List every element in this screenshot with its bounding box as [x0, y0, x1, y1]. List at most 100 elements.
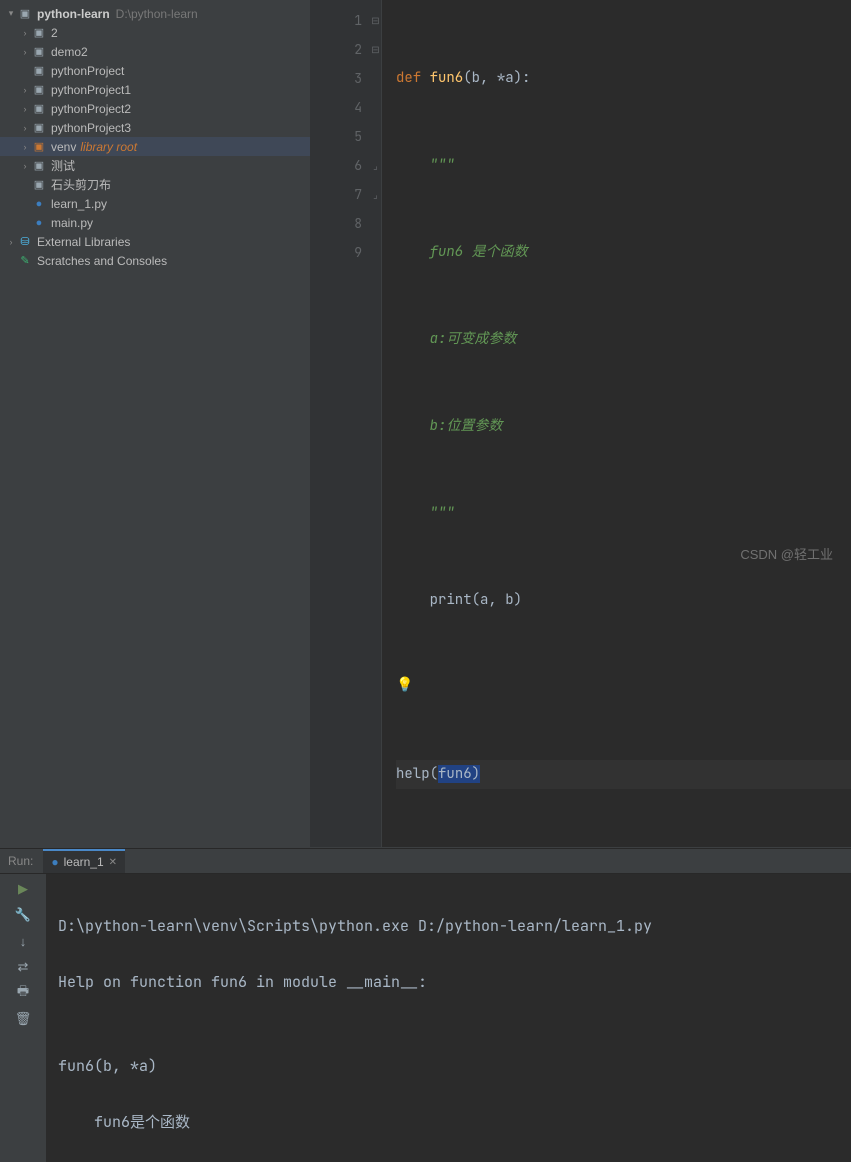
code-func-name: fun6 — [430, 69, 464, 87]
folder-icon: ▣ — [32, 64, 46, 78]
run-tool-body: ▶ 🔧 ↓ ⇄ 🖶 🗑 D:\python-learn\venv\Scripts… — [0, 874, 851, 1162]
line-number[interactable]: 9 — [310, 238, 362, 267]
close-icon[interactable]: ✕ — [109, 857, 117, 868]
code-line[interactable]: def fun6(b, *a): — [396, 64, 851, 93]
watermark-text: CSDN @轻工业 — [740, 541, 833, 569]
line-number[interactable]: 4 — [310, 93, 362, 122]
caret-right-icon[interactable]: › — [20, 85, 30, 95]
project-icon: ▣ — [18, 7, 32, 21]
step-down-icon[interactable]: ↓ — [14, 932, 32, 950]
tree-scratches[interactable]: ✎ Scratches and Consoles — [0, 251, 310, 270]
tree-external-libraries[interactable]: › ⛁ External Libraries — [0, 232, 310, 251]
code-docstring: """ — [396, 504, 455, 522]
tree-item-label: pythonProject2 — [51, 102, 131, 116]
run-console[interactable]: D:\python-learn\venv\Scripts\python.exe … — [46, 874, 851, 1162]
line-number[interactable]: 6 — [310, 151, 362, 180]
tree-item-venv[interactable]: › ▣ venv library root — [0, 137, 310, 156]
fold-gutter[interactable]: ⊟ ⊟ ⌟ ⌟ — [370, 0, 382, 847]
caret-down-icon[interactable]: ▾ — [6, 9, 16, 19]
code-args: (a, b) — [472, 591, 522, 609]
tree-item-file[interactable]: ● learn_1.py — [0, 194, 310, 213]
tree-item-label: pythonProject1 — [51, 83, 131, 97]
print-icon[interactable]: 🖶 — [14, 984, 32, 1002]
tree-root[interactable]: ▾ ▣ python-learn D:\python-learn — [0, 4, 310, 23]
line-number[interactable]: 7 — [310, 180, 362, 209]
caret-right-icon[interactable]: › — [20, 28, 30, 38]
scratches-icon: ✎ — [18, 254, 32, 268]
caret-right-icon[interactable]: › — [20, 142, 30, 152]
tree-item-label: main.py — [51, 216, 93, 230]
project-tree[interactable]: ▾ ▣ python-learn D:\python-learn › ▣ 2 ›… — [0, 0, 310, 847]
fold-toggle-icon[interactable]: ⊟ — [370, 6, 381, 35]
tree-item[interactable]: › ▣ pythonProject2 — [0, 99, 310, 118]
folder-icon: ▣ — [32, 178, 46, 192]
code-line[interactable]: a:可变成参数 — [396, 325, 851, 354]
line-number[interactable]: 5 — [310, 122, 362, 151]
code-line[interactable]: b:位置参数 — [396, 412, 851, 441]
line-number[interactable]: 1 — [310, 6, 362, 35]
line-number[interactable]: 2 — [310, 35, 362, 64]
caret-right-icon[interactable]: › — [20, 123, 30, 133]
line-number[interactable]: 3 — [310, 64, 362, 93]
tree-item[interactable]: › ▣ pythonProject3 — [0, 118, 310, 137]
caret-right-icon[interactable]: › — [20, 104, 30, 114]
code-line[interactable]: help(fun6) — [396, 760, 851, 789]
line-number[interactable]: 8 — [310, 209, 362, 238]
folder-icon: ▣ — [32, 45, 46, 59]
code-docstring: a:可变成参数 — [396, 330, 516, 348]
tree-item[interactable]: › ▣ 2 — [0, 23, 310, 42]
run-tab[interactable]: ● learn_1 ✕ — [43, 849, 125, 873]
tree-item-file[interactable]: ● main.py — [0, 213, 310, 232]
external-libraries-icon: ⛁ — [18, 235, 32, 249]
tree-item-label: 石头剪刀布 — [51, 176, 111, 193]
caret-right-icon[interactable]: › — [20, 47, 30, 57]
python-file-icon: ● — [32, 216, 46, 230]
fold-end-icon: ⌟ — [370, 151, 381, 180]
tree-item-label: pythonProject — [51, 64, 124, 78]
tree-item-label: learn_1.py — [51, 197, 107, 211]
tree-item[interactable]: ▣ pythonProject — [0, 61, 310, 80]
tree-item-label: demo2 — [51, 45, 88, 59]
run-tool-header: Run: ● learn_1 ✕ — [0, 848, 851, 874]
label: Scratches and Consoles — [37, 254, 167, 268]
tree-item[interactable]: › ▣ demo2 — [0, 42, 310, 61]
code-docstring: b:位置参数 — [396, 417, 502, 435]
code-area[interactable]: def fun6(b, *a): """ fun6 是个函数 a:可变成参数 b… — [382, 0, 851, 847]
code-editor[interactable]: 1 2 3 4 5 6 7 8 9 ⊟ ⊟ ⌟ ⌟ def fun6(b, *a… — [310, 0, 851, 847]
tree-item[interactable]: › ▣ pythonProject1 — [0, 80, 310, 99]
caret-right-icon[interactable]: › — [20, 161, 30, 171]
code-docstring: fun6 是个函数 — [396, 243, 528, 261]
code-params: (b, *a): — [463, 69, 530, 87]
label: External Libraries — [37, 235, 130, 249]
tree-item-label: pythonProject3 — [51, 121, 131, 135]
code-paren: ( — [430, 765, 438, 783]
code-line[interactable]: """ — [396, 499, 851, 528]
top-split: ▾ ▣ python-learn D:\python-learn › ▣ 2 ›… — [0, 0, 851, 848]
fold-toggle-icon[interactable]: ⊟ — [370, 35, 381, 64]
code-reference: fun6 — [438, 765, 472, 783]
code-line[interactable]: """ — [396, 151, 851, 180]
console-line: fun6是个函数 — [58, 1108, 851, 1136]
caret-placeholder — [20, 66, 30, 76]
code-line[interactable]: print(a, b) — [396, 586, 851, 615]
settings-icon[interactable]: 🔧 — [14, 906, 32, 924]
tree-item-label: 测试 — [51, 157, 75, 174]
caret-placeholder — [20, 180, 30, 190]
trash-icon[interactable]: 🗑 — [14, 1010, 32, 1028]
code-line[interactable]: 💡 — [396, 673, 851, 702]
caret-right-icon[interactable]: › — [6, 237, 16, 247]
console-line: fun6(b, *a) — [58, 1052, 851, 1080]
code-line[interactable]: fun6 是个函数 — [396, 238, 851, 267]
python-file-icon: ● — [51, 855, 58, 869]
tree-item[interactable]: › ▣ 测试 — [0, 156, 310, 175]
folder-icon: ▣ — [32, 159, 46, 173]
line-number-gutter[interactable]: 1 2 3 4 5 6 7 8 9 — [310, 0, 370, 847]
rerun-button[interactable]: ▶ — [14, 880, 32, 898]
tree-item[interactable]: ▣ 石头剪刀布 — [0, 175, 310, 194]
tree-root-label: python-learn — [37, 7, 110, 21]
layout-toggle-icon[interactable]: ⇄ — [14, 958, 32, 976]
console-line: Help on function fun6 in module __main__… — [58, 968, 851, 996]
code-builtin: print — [396, 591, 472, 609]
intention-bulb-icon[interactable]: 💡 — [396, 671, 413, 700]
library-root-hint: library root — [80, 140, 137, 154]
